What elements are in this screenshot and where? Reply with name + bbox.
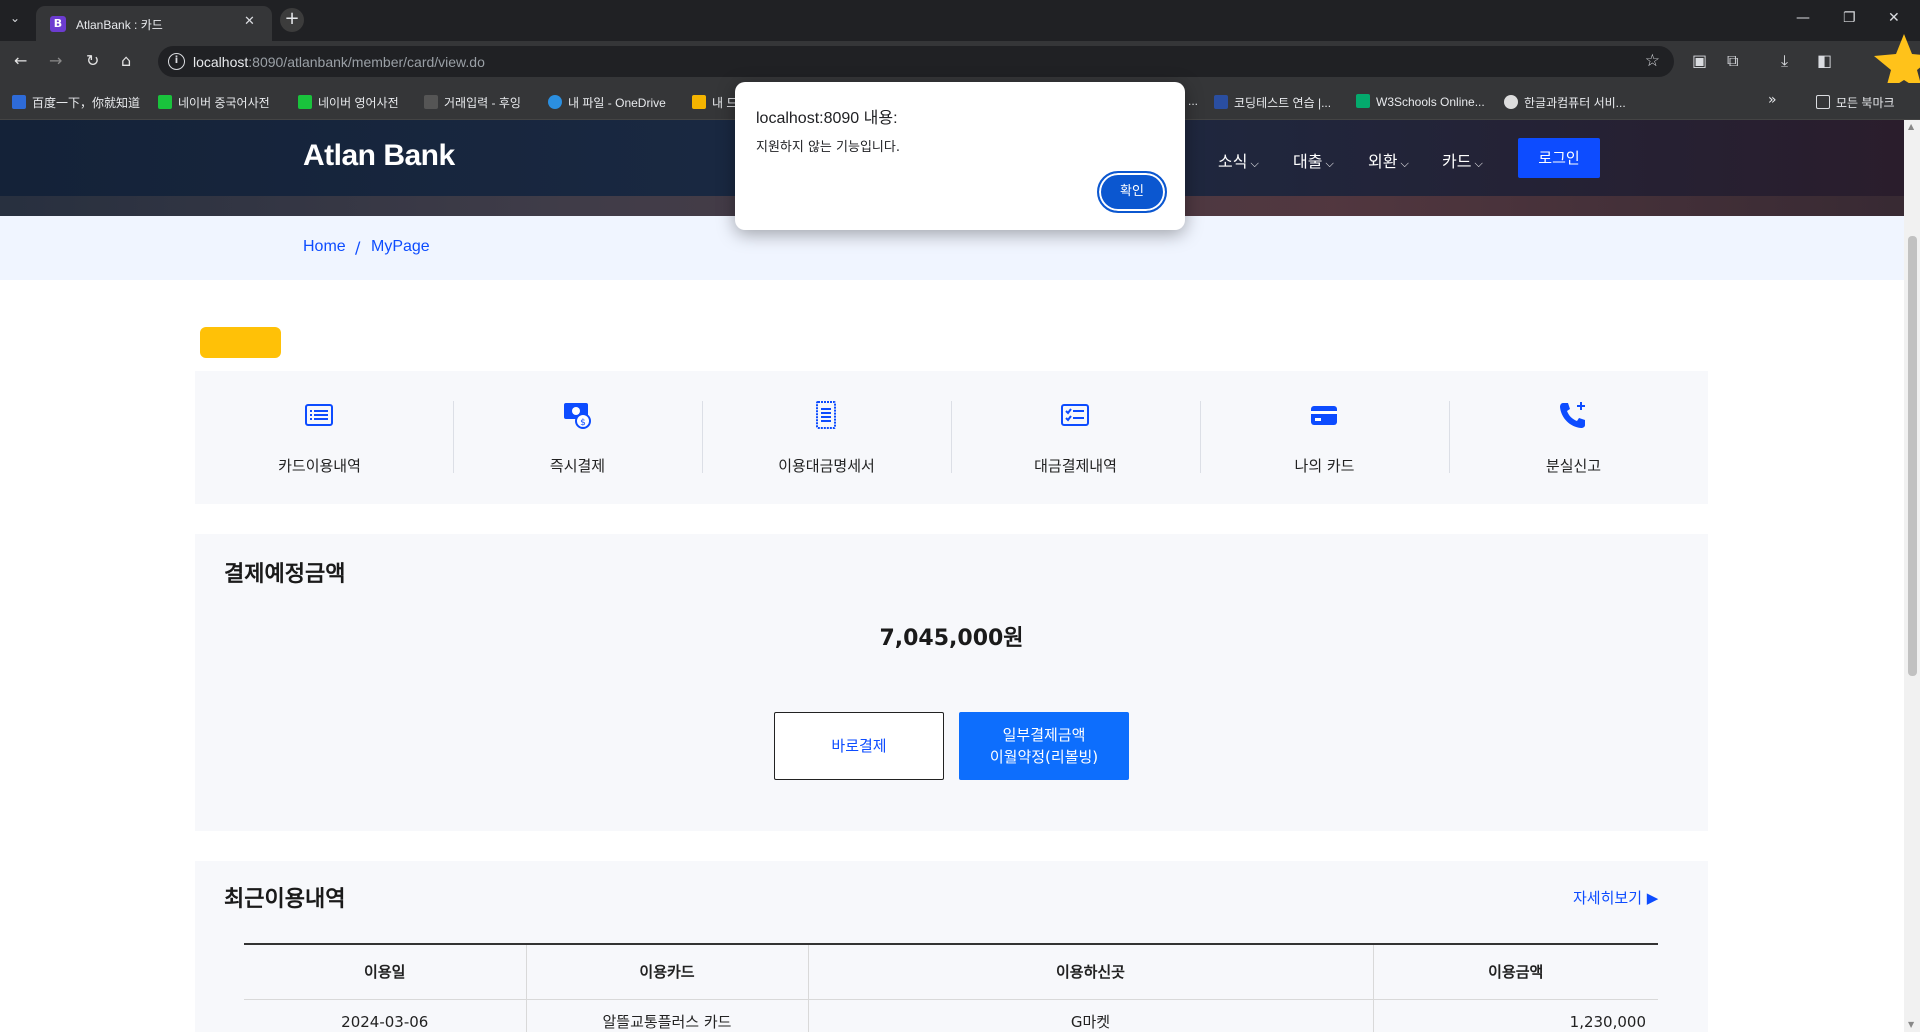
column-header: 이용일	[244, 943, 526, 1000]
quick-menu-card-usage[interactable]: 카드이용내역	[195, 371, 444, 504]
bookmark-star-icon[interactable]: ☆	[1645, 51, 1660, 71]
scroll-down-icon[interactable]: ▼	[1908, 1020, 1914, 1029]
scrollbar-thumb[interactable]	[1908, 236, 1917, 676]
quick-menu-label: 분실신고	[1545, 457, 1602, 475]
side-panel-icon[interactable]: ◧	[1817, 51, 1832, 70]
quick-menu-payment-history[interactable]: 대금결제내역	[951, 371, 1200, 504]
alert-title: localhost:8090 내용:	[756, 110, 898, 127]
download-icon[interactable]: ⤓	[1781, 51, 1788, 71]
payment-history-icon	[1061, 404, 1089, 426]
bookmark-item[interactable]: W3Schools Online...	[1356, 94, 1485, 109]
column-header: 이용카드	[525, 943, 808, 1000]
bookmark-item[interactable]: 네이버 중국어사전	[158, 94, 270, 111]
page-scrollbar[interactable]: ▲ ▼	[1904, 120, 1920, 1032]
restore-icon[interactable]: ❐	[1843, 10, 1856, 26]
nav-item-loan[interactable]: 대출 ⌵	[1293, 148, 1334, 172]
revolving-line-2: 이월약정(리볼빙)	[989, 748, 1099, 766]
section-title: 최근이용내역	[224, 887, 346, 912]
login-button[interactable]: 로그인	[1518, 138, 1600, 178]
pay-now-button[interactable]: 바로결제	[774, 712, 944, 780]
scroll-up-icon[interactable]: ▲	[1908, 122, 1914, 131]
instant-payment-icon: $	[564, 403, 591, 429]
bookmark-item[interactable]: 거래입력 - 후잉	[424, 94, 521, 111]
forward-arrow-icon[interactable]: →	[49, 51, 62, 70]
nav-item-news[interactable]: 소식 ⌵	[1218, 148, 1259, 172]
bookmark-item[interactable]: 네이버 영어사전	[298, 94, 399, 111]
all-bookmarks-folder[interactable]: 모든 북마크	[1816, 94, 1895, 111]
tab-favicon: B	[50, 16, 66, 32]
breadcrumb-mypage-link[interactable]: MyPage	[371, 238, 430, 256]
nav-item-card[interactable]: 카드 ⌵	[1442, 148, 1483, 172]
scheduled-payment-panel: 결제예정금액 7,045,000원 바로결제 일부결제금액 이월약정(리볼빙)	[195, 534, 1708, 831]
alert-ok-button[interactable]: 확인	[1097, 171, 1167, 213]
breadcrumb-separator: /	[355, 238, 361, 257]
reload-icon[interactable]: ↻	[86, 51, 99, 70]
card-quick-menu: 카드이용내역 $ 즉시결제 이용대금명세서 대금결제내역 나의 카드 분실신고	[195, 371, 1708, 504]
bookmark-item[interactable]: 내 파일 - OneDrive	[548, 94, 666, 111]
table-cell: 2024-03-06	[244, 999, 526, 1032]
quick-menu-label: 이용대금명세서	[778, 457, 875, 475]
bookmark-item[interactable]: ...	[1188, 94, 1198, 108]
highlight-tag	[200, 327, 281, 358]
quick-menu-statement[interactable]: 이용대금명세서	[702, 371, 951, 504]
svg-text:$: $	[580, 418, 586, 428]
extension-n-icon[interactable]: ▣	[1692, 51, 1707, 70]
minimize-icon[interactable]: —	[1796, 10, 1810, 26]
nav-item-foreign-exchange[interactable]: 외환 ⌵	[1368, 148, 1409, 172]
recent-usage-panel: 최근이용내역 자세히보기 ▶ 이용일 이용카드 이용하신곳 이용금액 2024-…	[195, 861, 1708, 1032]
quick-menu-label: 나의 카드	[1294, 457, 1355, 475]
table-cell: 알뜰교통플러스 카드	[525, 999, 808, 1032]
table-row: 2024-03-06 알뜰교통플러스 카드 G마켓 1,230,000	[244, 999, 1658, 1032]
alert-message: 지원하지 않는 기능입니다.	[756, 140, 900, 155]
list-icon	[305, 404, 333, 426]
bookmark-item[interactable]: 코딩테스트 연습 |...	[1214, 94, 1331, 111]
quick-menu-lost-report[interactable]: 분실신고	[1449, 371, 1698, 504]
column-header: 이용하신곳	[807, 943, 1373, 1000]
phone-plus-icon	[1560, 402, 1585, 428]
section-title: 결제예정금액	[224, 562, 346, 587]
home-icon[interactable]: ⌂	[121, 51, 131, 70]
browser-tab-active[interactable]: B AtlanBank : 카드 ✕	[36, 6, 272, 41]
site-logo[interactable]: Atlan Bank	[303, 139, 455, 173]
quick-menu-label: 카드이용내역	[278, 457, 361, 475]
tab-search-chevron-icon[interactable]: ⌄	[10, 11, 20, 25]
bookmark-item[interactable]: 百度一下，你就知道	[12, 94, 140, 111]
revolving-payment-button[interactable]: 일부결제금액 이월약정(리볼빙)	[959, 712, 1129, 780]
revolving-line-1: 일부결제금액	[1002, 726, 1086, 744]
more-bookmarks-icon[interactable]: »	[1768, 92, 1777, 108]
table-cell: 1,230,000	[1372, 999, 1658, 1032]
url-text: localhost:8090/atlanbank/member/card/vie…	[193, 54, 485, 70]
bookmark-item[interactable]: 한글과컴퓨터 서비...	[1504, 94, 1626, 111]
back-arrow-icon[interactable]: ←	[14, 51, 27, 70]
credit-card-icon	[1311, 406, 1337, 425]
browser-toolbar: ← → ↻ ⌂ i localhost:8090/atlanbank/membe…	[0, 41, 1920, 83]
quick-menu-label: 대금결제내역	[1034, 457, 1117, 475]
bookmark-item[interactable]: 내 드	[692, 94, 737, 111]
quick-menu-my-card[interactable]: 나의 카드	[1200, 371, 1449, 504]
quick-menu-label: 즉시결제	[549, 457, 606, 475]
quick-menu-instant-payment[interactable]: $ 즉시결제	[453, 371, 702, 504]
browser-tab-bar: ⌄ B AtlanBank : 카드 ✕ + — ❐ ✕	[0, 0, 1920, 41]
column-header: 이용금액	[1372, 943, 1658, 1000]
close-window-icon[interactable]: ✕	[1888, 10, 1900, 26]
site-info-icon[interactable]: i	[168, 53, 185, 70]
page-viewport: Atlan Bank 소식 ⌵ 대출 ⌵ 외환 ⌵ 카드 ⌵ 로그인 Home / My…	[0, 120, 1904, 1032]
payment-amount: 7,045,000원	[879, 626, 1024, 651]
alert-dialog: localhost:8090 내용: 지원하지 않는 기능입니다. 확인	[735, 82, 1185, 230]
address-bar[interactable]: i localhost:8090/atlanbank/member/card/v…	[158, 46, 1674, 77]
table-cell: G마켓	[807, 999, 1373, 1032]
caret-right-icon: ▶	[1646, 889, 1659, 907]
view-more-link[interactable]: 자세히보기 ▶	[1573, 887, 1658, 908]
breadcrumb-home-link[interactable]: Home	[303, 238, 346, 256]
recent-usage-table: 이용일 이용카드 이용하신곳 이용금액 2024-03-06 알뜰교통플러스 카…	[244, 943, 1658, 1032]
tab-close-icon[interactable]: ✕	[244, 14, 255, 29]
tab-title: AtlanBank : 카드	[76, 18, 163, 32]
statement-icon	[816, 401, 836, 429]
table-header-row: 이용일 이용카드 이용하신곳 이용금액	[244, 943, 1658, 1000]
extensions-puzzle-icon[interactable]: ⧉	[1727, 51, 1738, 71]
new-tab-button[interactable]: +	[280, 8, 304, 32]
